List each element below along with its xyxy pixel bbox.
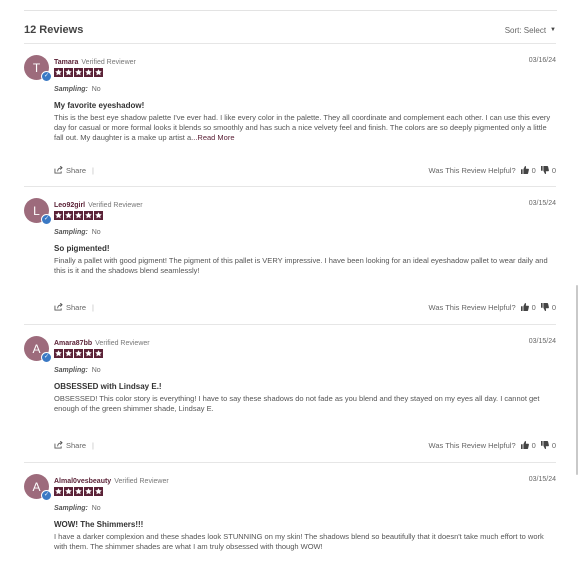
star-icon (64, 211, 73, 220)
sort-dropdown[interactable]: Sort: Select ▼ (505, 26, 556, 35)
review-title: WOW! The Shimmers!!! (54, 520, 144, 529)
reviewer-name: Almal0vesbeauty (54, 478, 112, 485)
review-title: So pigmented! (54, 244, 110, 253)
review-count: 12 Reviews (24, 24, 84, 36)
review-text: Finally a pallet with good pigment! The … (54, 256, 548, 275)
reviewer-name: Tamara (54, 59, 79, 66)
review-footer: Share | Was This Review Helpful? 0 0 (54, 165, 556, 175)
top-divider (24, 10, 557, 11)
sampling-row: Sampling: No (54, 86, 101, 93)
star-rating (54, 68, 556, 78)
star-rating (54, 211, 556, 221)
review-item: A ✓ Almal0vesbeauty Verified Reviewer 03/1… (24, 462, 556, 580)
thumbs-down-icon (540, 303, 549, 311)
verified-check-icon: ✓ (41, 352, 52, 363)
thumbs-down-button[interactable]: 0 (540, 166, 556, 175)
star-icon (94, 211, 103, 220)
review-item: A ✓ Amara87bb Verified Reviewer 03/15/24 S… (24, 324, 556, 462)
verified-check-icon: ✓ (41, 214, 52, 225)
thumbs-up-button[interactable]: 0 (520, 303, 536, 312)
sampling-row: Sampling: No (54, 505, 101, 512)
star-icon (84, 487, 93, 496)
share-icon (54, 441, 63, 449)
verified-check-icon: ✓ (41, 71, 52, 82)
scrollbar-thumb[interactable] (576, 285, 578, 475)
helpful-group: Was This Review Helpful? 0 0 (429, 441, 556, 450)
reviews-header: 12 Reviews Sort: Select ▼ (24, 22, 556, 38)
read-more-link[interactable]: ...Read More (191, 133, 234, 142)
avatar: A ✓ (24, 474, 52, 501)
avatar: L ✓ (24, 198, 52, 225)
review-title: My favorite eyeshadow! (54, 101, 145, 110)
thumbs-up-icon (520, 441, 529, 449)
verified-label: Verified Reviewer (81, 59, 136, 66)
star-icon (84, 349, 93, 358)
helpful-label: Was This Review Helpful? (428, 165, 516, 175)
review-list: T ✓ Tamara Verified Reviewer 03/16/24 Samp… (24, 43, 556, 580)
star-icon (54, 68, 63, 77)
review-text: OBSESSED! This color story is everything… (54, 394, 540, 413)
helpful-label: Was This Review Helpful? (428, 302, 516, 312)
review-date: 03/15/24 (528, 475, 556, 483)
review-date: 03/15/24 (528, 199, 556, 207)
star-icon (84, 68, 93, 77)
star-icon (64, 349, 73, 358)
thumbs-up-button[interactable]: 0 (520, 166, 536, 175)
star-icon (64, 68, 73, 77)
star-rating (54, 349, 556, 359)
helpful-group: Was This Review Helpful? 0 0 (429, 303, 556, 312)
avatar: T ✓ (24, 55, 52, 82)
star-icon (94, 68, 103, 77)
helpful-group: Was This Review Helpful? 0 0 (429, 166, 556, 175)
verified-label: Verified Reviewer (88, 202, 143, 209)
thumbs-down-icon (540, 166, 549, 174)
thumbs-up-button[interactable]: 0 (520, 441, 536, 450)
share-button[interactable]: Share | (54, 303, 94, 312)
share-button[interactable]: Share | (54, 441, 94, 450)
review-footer: Share | Was This Review Helpful? 0 0 (54, 302, 556, 312)
sampling-row: Sampling: No (54, 367, 101, 374)
star-icon (74, 487, 83, 496)
star-icon (74, 349, 83, 358)
star-icon (84, 211, 93, 220)
star-icon (54, 487, 63, 496)
review-item: L ✓ Leo92girl Verified Reviewer 03/15/24 S… (24, 186, 556, 324)
thumbs-up-icon (520, 303, 529, 311)
review-date: 03/16/24 (528, 56, 556, 64)
star-icon (54, 211, 63, 220)
review-item: T ✓ Tamara Verified Reviewer 03/16/24 Samp… (24, 43, 556, 186)
thumbs-down-button[interactable]: 0 (540, 303, 556, 312)
thumbs-down-button[interactable]: 0 (540, 441, 556, 450)
sort-label: Sort: Select (504, 25, 547, 35)
star-icon (94, 487, 103, 496)
reviewer-name: Leo92girl (54, 202, 86, 209)
review-text: This is the best eye shadow palette I've… (54, 113, 551, 142)
star-rating (54, 487, 556, 497)
thumbs-down-icon (540, 441, 549, 449)
helpful-label: Was This Review Helpful? (428, 440, 516, 450)
verified-label: Verified Reviewer (95, 340, 150, 347)
sampling-row: Sampling: No (54, 229, 101, 236)
share-button[interactable]: Share | (54, 166, 94, 175)
verified-label: Verified Reviewer (114, 478, 169, 485)
review-text: I have a darker complexion and these sha… (54, 532, 544, 551)
star-icon (94, 349, 103, 358)
star-icon (74, 68, 83, 77)
star-icon (74, 211, 83, 220)
reviewer-name: Amara87bb (54, 340, 93, 347)
verified-check-icon: ✓ (41, 490, 52, 501)
review-title: OBSESSED with Lindsay E.! (54, 382, 162, 391)
share-icon (54, 166, 63, 174)
star-icon (64, 487, 73, 496)
caret-down-icon: ▼ (550, 27, 556, 33)
thumbs-up-icon (520, 166, 529, 174)
review-footer: Share | Was This Review Helpful? 0 0 (54, 440, 556, 450)
avatar: A ✓ (24, 336, 52, 363)
share-icon (54, 303, 63, 311)
review-date: 03/15/24 (528, 337, 556, 345)
star-icon (54, 349, 63, 358)
